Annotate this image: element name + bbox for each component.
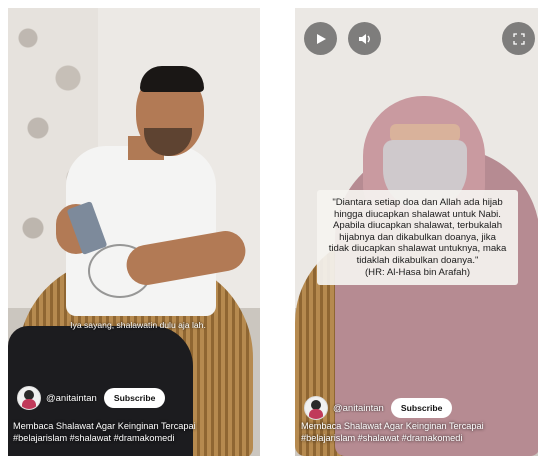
channel-row: @anitaintan Subscribe [17, 386, 166, 410]
video-player-left[interactable]: Iya sayang, shalawatin dulu aja lah. @an… [8, 8, 260, 456]
quote-line: tidaklah dikabulkan doanya." [356, 254, 479, 266]
channel-handle[interactable]: @anitaintan [46, 393, 97, 404]
hadith-quote-box: "Diantara setiap doa dan Allah ada hijab… [317, 190, 518, 286]
quote-source: (HR: Al-Hasa bin Arafah) [364, 266, 471, 278]
video-hashtags[interactable]: #belajarislam #shalawat #dramakomedi [13, 432, 196, 444]
video-player-right[interactable]: "Diantara setiap doa dan Allah ada hijab… [295, 8, 538, 456]
video-title-line1: Membaca Shalawat Agar Keinginan Tercapai [13, 421, 196, 431]
volume-icon [358, 33, 370, 44]
channel-row: @anitaintan Subscribe [304, 396, 453, 420]
subscribe-button[interactable]: Subscribe [390, 398, 453, 418]
play-button[interactable] [304, 22, 337, 55]
quote-line: tidak diucapkan shalawat untuknya, maka [328, 243, 507, 255]
video-title-line1: Membaca Shalawat Agar Keinginan Tercapai [301, 421, 484, 431]
person-hair [140, 66, 204, 92]
play-icon [316, 33, 326, 44]
channel-handle[interactable]: @anitaintan [333, 403, 384, 414]
channel-avatar[interactable] [304, 396, 328, 420]
video-hashtags[interactable]: #belajarislam #shalawat #dramakomedi [301, 432, 484, 444]
quote-line: hingga diucapkan shalawat untuk Nabi. [334, 208, 501, 220]
fullscreen-button[interactable] [502, 22, 535, 55]
quote-line: hijabnya dan dikabulkan doanya, jika [339, 231, 496, 243]
video-subtitle: Iya sayang, shalawatin dulu aja lah. [70, 320, 206, 330]
channel-avatar[interactable] [17, 386, 41, 410]
subscribe-button[interactable]: Subscribe [103, 388, 166, 408]
video-title[interactable]: Membaca Shalawat Agar Keinginan Tercapai… [301, 420, 484, 444]
volume-button[interactable] [348, 22, 381, 55]
quote-line: "Diantara setiap doa dan Allah ada hijab [332, 197, 503, 208]
video-title[interactable]: Membaca Shalawat Agar Keinginan Tercapai… [13, 420, 196, 444]
fullscreen-icon [512, 32, 525, 45]
quote-line: Apabila diucapkan shalawat, terbukalah [332, 220, 503, 232]
